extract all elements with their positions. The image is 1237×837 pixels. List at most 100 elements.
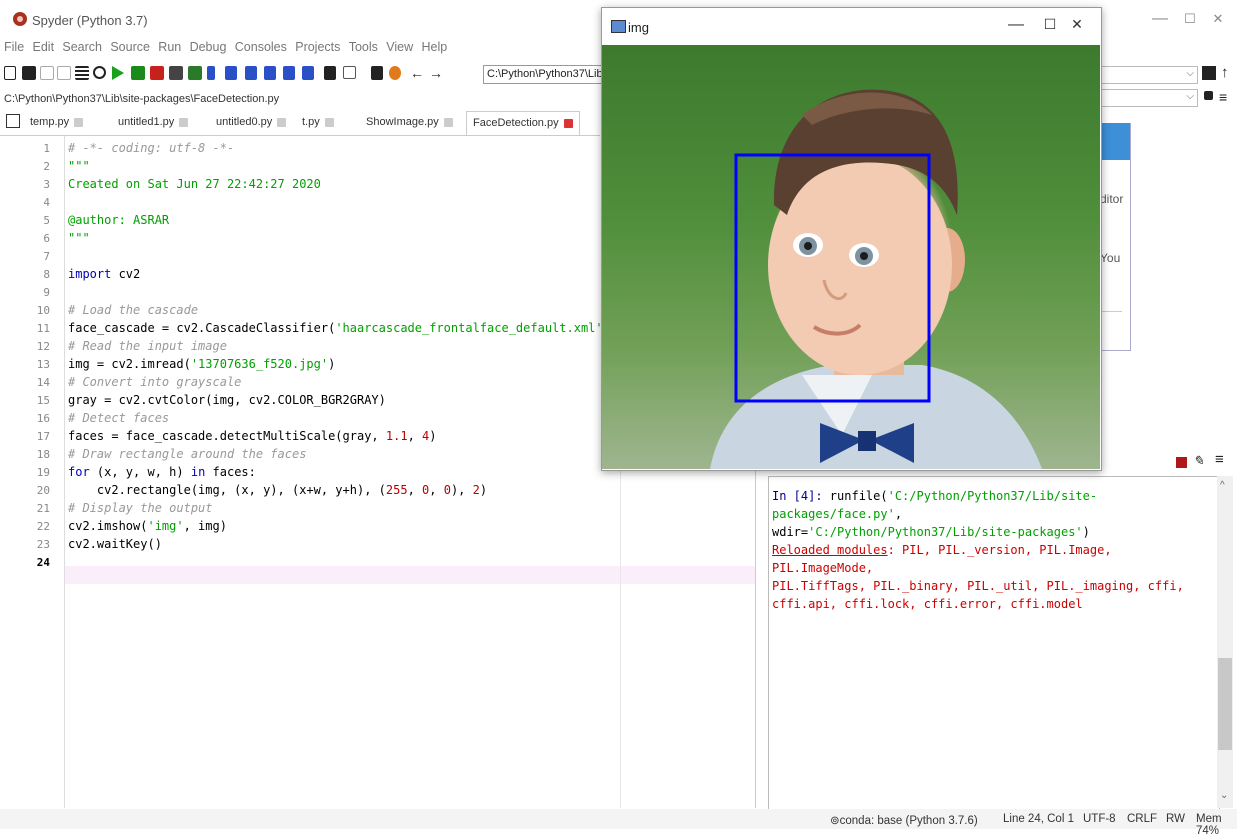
stop-debug-icon[interactable] bbox=[302, 66, 314, 80]
img-window-title: img bbox=[628, 20, 649, 35]
wrench-icon[interactable] bbox=[371, 66, 383, 80]
fullscreen-icon[interactable] bbox=[343, 66, 356, 79]
console-scroll-thumb[interactable] bbox=[1218, 658, 1232, 750]
run-icon[interactable] bbox=[112, 66, 124, 80]
browse-tabs-icon[interactable] bbox=[6, 114, 20, 128]
step-return-icon[interactable] bbox=[264, 66, 276, 80]
stop-console-icon[interactable] bbox=[1176, 457, 1187, 468]
run-selection-icon[interactable] bbox=[169, 66, 183, 80]
scroll-up-icon[interactable]: ^ bbox=[1220, 480, 1225, 491]
current-line-highlight bbox=[65, 566, 755, 584]
console-options-icon[interactable]: ≡ bbox=[1215, 451, 1224, 468]
line-number: 12 bbox=[36, 340, 50, 353]
line-number: 3 bbox=[43, 178, 50, 191]
back-arrow-icon[interactable]: ← bbox=[410, 66, 424, 80]
at-icon[interactable] bbox=[93, 66, 106, 79]
console-command: In [4]: runfile('C:/Python/Python37/Lib/… bbox=[772, 489, 1098, 521]
img-close-button[interactable]: ✕ bbox=[1061, 16, 1093, 38]
code-line: gray = cv2.cvtColor(img, cv2.COLOR_BGR2G… bbox=[68, 393, 386, 407]
run-cell-icon[interactable] bbox=[131, 66, 145, 80]
eol-status: CRLF bbox=[1127, 813, 1158, 825]
list-icon[interactable] bbox=[75, 66, 89, 80]
menu-view[interactable]: View bbox=[386, 40, 413, 54]
tab-facedetection-py[interactable]: FaceDetection.py bbox=[466, 111, 580, 135]
tab-close-icon[interactable] bbox=[277, 117, 287, 127]
tab-close-icon[interactable] bbox=[74, 117, 84, 127]
menu-consoles[interactable]: Consoles bbox=[235, 40, 287, 54]
python-path-icon[interactable] bbox=[389, 66, 401, 80]
file-path: C:\Python\Python37\Lib\site-packages\Fac… bbox=[4, 93, 280, 105]
new-file-icon[interactable] bbox=[4, 66, 16, 80]
lock-icon[interactable] bbox=[1204, 91, 1213, 100]
pane-selector-dropdown[interactable]: ⌵ bbox=[1100, 89, 1198, 107]
line-number: 6 bbox=[43, 232, 50, 245]
tab-close-icon[interactable] bbox=[324, 117, 334, 127]
conda-env-status[interactable]: ⊚conda: base (Python 3.7.6) bbox=[830, 813, 978, 827]
line-number: 18 bbox=[36, 448, 50, 461]
parent-directory-icon[interactable]: ↑ bbox=[1221, 64, 1229, 81]
options-menu-icon[interactable]: ≡ bbox=[1219, 89, 1227, 105]
code-line: # -*- coding: utf-8 -*- bbox=[68, 141, 235, 155]
memory-status: Mem 74% bbox=[1196, 813, 1222, 837]
chevron-down-icon: ⌵ bbox=[1186, 68, 1194, 79]
line-number: 13 bbox=[36, 358, 50, 371]
console-reloaded-line: Reloaded modules: PIL, PIL._version, PIL… bbox=[772, 543, 1112, 575]
line-number: 21 bbox=[36, 502, 50, 515]
forward-arrow-icon[interactable]: → bbox=[429, 66, 443, 80]
code-line: @author: ASRAR bbox=[68, 213, 170, 227]
debug-icon[interactable] bbox=[207, 66, 215, 80]
rerun-icon[interactable] bbox=[188, 66, 202, 80]
tab-close-icon[interactable] bbox=[179, 117, 189, 127]
continue-icon[interactable] bbox=[283, 66, 295, 80]
tab-temp-py[interactable]: temp.py bbox=[24, 111, 106, 134]
browse-folder-icon[interactable] bbox=[1202, 66, 1216, 80]
code-line: for (x, y, w, h) in faces: bbox=[68, 465, 256, 479]
menu-projects[interactable]: Projects bbox=[295, 40, 340, 54]
code-line: Created on Sat Jun 27 22:42:27 2020 bbox=[68, 177, 321, 191]
code-line: # Detect faces bbox=[68, 411, 170, 425]
code-line: cv2.waitKey() bbox=[68, 537, 162, 551]
console-scrollbar[interactable] bbox=[1217, 476, 1233, 808]
line-number: 1 bbox=[43, 142, 50, 155]
scroll-down-icon[interactable]: ⌄ bbox=[1220, 790, 1228, 801]
line-number: 19 bbox=[36, 466, 50, 479]
save-icon[interactable] bbox=[40, 66, 54, 80]
code-line: face_cascade = cv2.CascadeClassifier('ha… bbox=[68, 321, 610, 335]
code-line: # Load the cascade bbox=[68, 303, 199, 317]
menu-source[interactable]: Source bbox=[110, 40, 150, 54]
tab-close-icon[interactable] bbox=[563, 118, 573, 128]
directory-dropdown[interactable]: ⌵ bbox=[1100, 66, 1198, 84]
menu-debug[interactable]: Debug bbox=[190, 40, 227, 54]
tab-untitled0-py[interactable]: untitled0.py bbox=[210, 111, 296, 134]
menu-tools[interactable]: Tools bbox=[349, 40, 378, 54]
tab-close-icon[interactable] bbox=[443, 117, 453, 127]
line-number: 9 bbox=[43, 286, 50, 299]
save-all-icon[interactable] bbox=[57, 66, 71, 80]
menu-edit[interactable]: Edit bbox=[33, 40, 55, 54]
line-number: 8 bbox=[43, 268, 50, 281]
menu-run[interactable]: Run bbox=[158, 40, 181, 54]
close-button[interactable]: ✕ bbox=[1198, 8, 1237, 30]
tab-t-py[interactable]: t.py bbox=[296, 111, 356, 134]
line-number: 20 bbox=[36, 484, 50, 497]
code-line: faces = face_cascade.detectMultiScale(gr… bbox=[68, 429, 437, 443]
open-folder-icon[interactable] bbox=[22, 66, 36, 80]
line-number: 4 bbox=[43, 196, 50, 209]
line-number: 24 bbox=[36, 556, 50, 569]
code-line: """ bbox=[68, 159, 90, 173]
rw-status: RW bbox=[1166, 813, 1185, 825]
run-cell-advance-icon[interactable] bbox=[150, 66, 164, 80]
clear-console-icon[interactable]: ✎ bbox=[1193, 453, 1204, 469]
working-directory-combo[interactable]: C:\Python\Python37\Lib\s bbox=[483, 65, 606, 84]
menu-help[interactable]: Help bbox=[421, 40, 447, 54]
line-number: 10 bbox=[36, 304, 50, 317]
step-icon[interactable] bbox=[225, 66, 237, 80]
maximize-pane-icon[interactable] bbox=[324, 66, 336, 80]
step-into-icon[interactable] bbox=[245, 66, 257, 80]
menu-file[interactable]: File bbox=[4, 40, 24, 54]
help-text: You bbox=[1100, 251, 1121, 265]
img-minimize-button[interactable]: — bbox=[1000, 16, 1032, 38]
tab-showimage-py[interactable]: ShowImage.py bbox=[360, 111, 462, 134]
menu-search[interactable]: Search bbox=[62, 40, 102, 54]
tab-untitled1-py[interactable]: untitled1.py bbox=[112, 111, 208, 134]
